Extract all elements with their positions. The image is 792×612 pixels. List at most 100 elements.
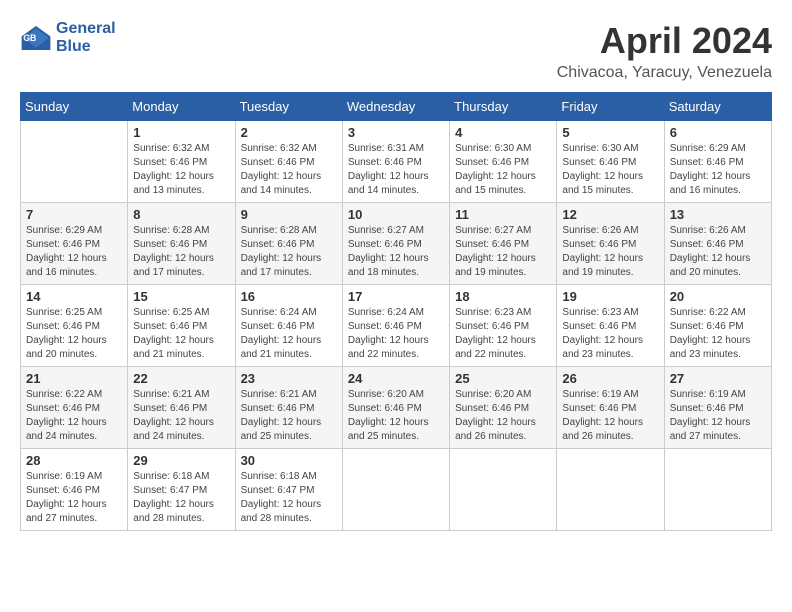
day-info: Sunrise: 6:23 AMSunset: 6:46 PMDaylight:… xyxy=(562,306,658,362)
day-info: Sunrise: 6:30 AMSunset: 6:46 PMDaylight:… xyxy=(455,142,551,198)
day-info: Sunrise: 6:26 AMSunset: 6:46 PMDaylight:… xyxy=(562,224,658,280)
location-title: Chivacoa, Yaracuy, Venezuela xyxy=(557,64,772,82)
header-thursday: Thursday xyxy=(450,93,557,121)
day-info: Sunrise: 6:30 AMSunset: 6:46 PMDaylight:… xyxy=(562,142,658,198)
calendar-cell: 5 Sunrise: 6:30 AMSunset: 6:46 PMDaylight… xyxy=(557,121,664,203)
header-friday: Friday xyxy=(557,93,664,121)
day-number: 4 xyxy=(455,125,551,140)
calendar-table: SundayMondayTuesdayWednesdayThursdayFrid… xyxy=(20,92,772,531)
logo: GB General Blue xyxy=(20,20,116,55)
day-number: 14 xyxy=(26,289,122,304)
week-row-0: 1 Sunrise: 6:32 AMSunset: 6:46 PMDaylight… xyxy=(21,121,772,203)
day-info: Sunrise: 6:18 AMSunset: 6:47 PMDaylight:… xyxy=(241,470,337,526)
calendar-cell: 22Sunrise: 6:21 AMSunset: 6:46 PMDayligh… xyxy=(128,367,235,449)
calendar-cell: 3Sunrise: 6:31 AMSunset: 6:46 PMDaylight… xyxy=(342,121,449,203)
calendar-cell: 14 Sunrise: 6:25 AMSunset: 6:46 PMDayligh… xyxy=(21,285,128,367)
calendar-cell xyxy=(342,449,449,531)
calendar-cell xyxy=(557,449,664,531)
calendar-cell: 16Sunrise: 6:24 AMSunset: 6:46 PMDayligh… xyxy=(235,285,342,367)
day-number: 17 xyxy=(348,289,444,304)
calendar-cell: 18Sunrise: 6:23 AMSunset: 6:46 PMDayligh… xyxy=(450,285,557,367)
day-number: 26 xyxy=(562,371,658,386)
day-number: 28 xyxy=(26,453,122,468)
calendar-cell: 8Sunrise: 6:28 AMSunset: 6:46 PMDaylight… xyxy=(128,203,235,285)
day-number: 27 xyxy=(670,371,766,386)
calendar-cell: 19 Sunrise: 6:23 AMSunset: 6:46 PMDayligh… xyxy=(557,285,664,367)
calendar-cell xyxy=(664,449,771,531)
day-number: 19 xyxy=(562,289,658,304)
header-sunday: Sunday xyxy=(21,93,128,121)
calendar-cell: 24 Sunrise: 6:20 AMSunset: 6:46 PMDayligh… xyxy=(342,367,449,449)
day-info: Sunrise: 6:31 AMSunset: 6:46 PMDaylight:… xyxy=(348,142,444,198)
header-wednesday: Wednesday xyxy=(342,93,449,121)
month-title: April 2024 xyxy=(557,20,772,62)
day-number: 22 xyxy=(133,371,229,386)
day-info: Sunrise: 6:19 AMSunset: 6:46 PMDaylight:… xyxy=(26,470,122,526)
calendar-cell: 25 Sunrise: 6:20 AMSunset: 6:46 PMDayligh… xyxy=(450,367,557,449)
calendar-cell: 7 Sunrise: 6:29 AMSunset: 6:46 PMDaylight… xyxy=(21,203,128,285)
day-number: 7 xyxy=(26,207,122,222)
day-info: Sunrise: 6:24 AMSunset: 6:46 PMDaylight:… xyxy=(348,306,444,362)
day-info: Sunrise: 6:19 AMSunset: 6:46 PMDaylight:… xyxy=(562,388,658,444)
calendar-cell: 29Sunrise: 6:18 AMSunset: 6:47 PMDayligh… xyxy=(128,449,235,531)
calendar-cell: 9 Sunrise: 6:28 AMSunset: 6:46 PMDaylight… xyxy=(235,203,342,285)
day-number: 6 xyxy=(670,125,766,140)
day-number: 20 xyxy=(670,289,766,304)
day-number: 15 xyxy=(133,289,229,304)
calendar-cell: 28 Sunrise: 6:19 AMSunset: 6:46 PMDayligh… xyxy=(21,449,128,531)
day-info: Sunrise: 6:32 AMSunset: 6:46 PMDaylight:… xyxy=(241,142,337,198)
day-number: 16 xyxy=(241,289,337,304)
day-info: Sunrise: 6:19 AMSunset: 6:46 PMDaylight:… xyxy=(670,388,766,444)
calendar-cell: 21Sunrise: 6:22 AMSunset: 6:46 PMDayligh… xyxy=(21,367,128,449)
header-tuesday: Tuesday xyxy=(235,93,342,121)
week-row-2: 14 Sunrise: 6:25 AMSunset: 6:46 PMDayligh… xyxy=(21,285,772,367)
week-row-1: 7 Sunrise: 6:29 AMSunset: 6:46 PMDaylight… xyxy=(21,203,772,285)
calendar-cell: 6 Sunrise: 6:29 AMSunset: 6:46 PMDaylight… xyxy=(664,121,771,203)
calendar-cell: 17 Sunrise: 6:24 AMSunset: 6:46 PMDayligh… xyxy=(342,285,449,367)
calendar-cell: 12 Sunrise: 6:26 AMSunset: 6:46 PMDayligh… xyxy=(557,203,664,285)
calendar-cell: 15Sunrise: 6:25 AMSunset: 6:46 PMDayligh… xyxy=(128,285,235,367)
calendar-cell xyxy=(450,449,557,531)
day-number: 1 xyxy=(133,125,229,140)
calendar-cell: 13 Sunrise: 6:26 AMSunset: 6:46 PMDayligh… xyxy=(664,203,771,285)
calendar-cell: 2 Sunrise: 6:32 AMSunset: 6:46 PMDaylight… xyxy=(235,121,342,203)
day-number: 12 xyxy=(562,207,658,222)
header-monday: Monday xyxy=(128,93,235,121)
calendar-cell: 30Sunrise: 6:18 AMSunset: 6:47 PMDayligh… xyxy=(235,449,342,531)
day-number: 2 xyxy=(241,125,337,140)
days-header-row: SundayMondayTuesdayWednesdayThursdayFrid… xyxy=(21,93,772,121)
calendar-cell: 20 Sunrise: 6:22 AMSunset: 6:46 PMDayligh… xyxy=(664,285,771,367)
day-info: Sunrise: 6:28 AMSunset: 6:46 PMDaylight:… xyxy=(241,224,337,280)
day-info: Sunrise: 6:32 AMSunset: 6:46 PMDaylight:… xyxy=(133,142,229,198)
day-number: 5 xyxy=(562,125,658,140)
calendar-cell: 23Sunrise: 6:21 AMSunset: 6:46 PMDayligh… xyxy=(235,367,342,449)
day-number: 9 xyxy=(241,207,337,222)
day-info: Sunrise: 6:27 AMSunset: 6:46 PMDaylight:… xyxy=(348,224,444,280)
day-info: Sunrise: 6:29 AMSunset: 6:46 PMDaylight:… xyxy=(670,142,766,198)
day-info: Sunrise: 6:21 AMSunset: 6:46 PMDaylight:… xyxy=(241,388,337,444)
title-block: April 2024 Chivacoa, Yaracuy, Venezuela xyxy=(557,20,772,82)
day-number: 24 xyxy=(348,371,444,386)
day-info: Sunrise: 6:20 AMSunset: 6:46 PMDaylight:… xyxy=(455,388,551,444)
day-info: Sunrise: 6:29 AMSunset: 6:46 PMDaylight:… xyxy=(26,224,122,280)
logo-line1: General xyxy=(56,20,116,38)
day-number: 25 xyxy=(455,371,551,386)
day-info: Sunrise: 6:22 AMSunset: 6:46 PMDaylight:… xyxy=(670,306,766,362)
day-info: Sunrise: 6:25 AMSunset: 6:46 PMDaylight:… xyxy=(26,306,122,362)
calendar-cell: 27 Sunrise: 6:19 AMSunset: 6:46 PMDayligh… xyxy=(664,367,771,449)
calendar-cell: 11Sunrise: 6:27 AMSunset: 6:46 PMDayligh… xyxy=(450,203,557,285)
day-number: 13 xyxy=(670,207,766,222)
day-number: 18 xyxy=(455,289,551,304)
logo-text-block: General Blue xyxy=(56,20,116,55)
calendar-cell: 1 Sunrise: 6:32 AMSunset: 6:46 PMDaylight… xyxy=(128,121,235,203)
day-info: Sunrise: 6:27 AMSunset: 6:46 PMDaylight:… xyxy=(455,224,551,280)
logo-line2: Blue xyxy=(56,38,116,56)
svg-text:GB: GB xyxy=(23,33,36,43)
calendar-cell: 26 Sunrise: 6:19 AMSunset: 6:46 PMDayligh… xyxy=(557,367,664,449)
day-info: Sunrise: 6:26 AMSunset: 6:46 PMDaylight:… xyxy=(670,224,766,280)
day-info: Sunrise: 6:20 AMSunset: 6:46 PMDaylight:… xyxy=(348,388,444,444)
day-info: Sunrise: 6:28 AMSunset: 6:46 PMDaylight:… xyxy=(133,224,229,280)
day-number: 21 xyxy=(26,371,122,386)
day-info: Sunrise: 6:18 AMSunset: 6:47 PMDaylight:… xyxy=(133,470,229,526)
week-row-4: 28 Sunrise: 6:19 AMSunset: 6:46 PMDayligh… xyxy=(21,449,772,531)
